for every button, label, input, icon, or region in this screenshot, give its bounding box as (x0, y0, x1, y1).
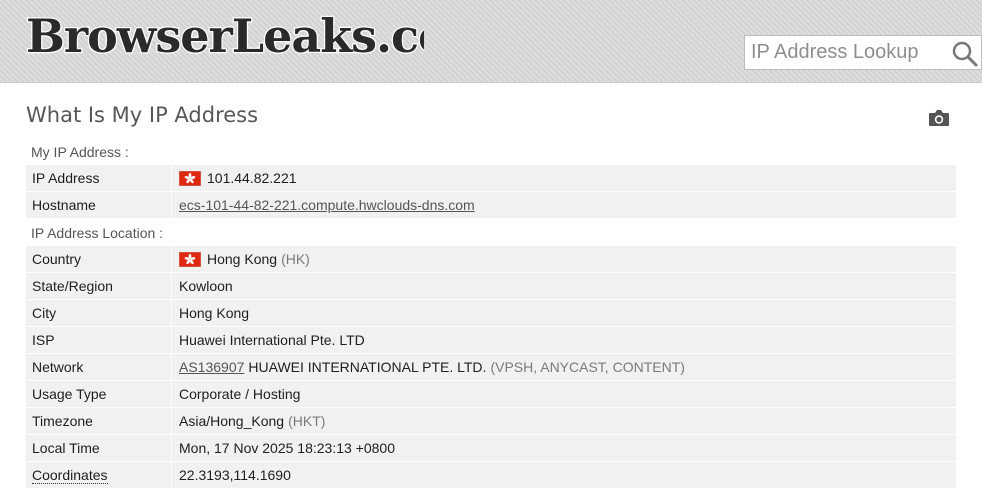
table-row-ip-address: IP Address 101.44.82.221 (26, 165, 956, 191)
table-row-coordinates: Coordinates 22.3193,114.1690 (26, 462, 956, 488)
row-value: Kowloon (179, 278, 233, 294)
row-label: Country (26, 246, 172, 272)
network-tags: (VPSH, ANYCAST, CONTENT) (490, 359, 685, 375)
row-value: Corporate / Hosting (179, 386, 301, 402)
row-value: ecs-101-44-82-221.compute.hwclouds-dns.c… (172, 192, 956, 218)
row-label: ISP (26, 327, 172, 353)
hong-kong-flag-icon (179, 251, 201, 267)
page-title: What Is My IP Address (26, 103, 259, 127)
search-icon[interactable] (951, 40, 979, 68)
ip-info-table: My IP Address : IP Address 101.44.82.221… (26, 140, 956, 489)
hong-kong-flag-icon (179, 170, 201, 186)
row-label: Timezone (26, 408, 172, 434)
logo-text: BrowserLeaks.com (26, 9, 424, 63)
row-value: 22.3193,114.1690 (179, 467, 291, 483)
table-row-country: Country Hong Kong (HK) (26, 246, 956, 272)
ip-lookup-search (744, 35, 982, 70)
asn-link[interactable]: AS136907 (179, 354, 244, 380)
row-label: State/Region (26, 273, 172, 299)
country-value: Hong Kong (207, 251, 278, 267)
table-row-timezone: Timezone Asia/Hong_Kong (HKT) (26, 408, 956, 434)
coordinates-label[interactable]: Coordinates (32, 467, 108, 484)
table-row-state: State/Region Kowloon (26, 273, 956, 299)
table-row-isp: ISP Huawei International Pte. LTD (26, 327, 956, 353)
row-value: Huawei International Pte. LTD (179, 332, 365, 348)
row-label: IP Address (26, 165, 172, 191)
timezone-value: Asia/Hong_Kong (179, 413, 285, 429)
site-header: BrowserLeaks.com (0, 0, 982, 83)
row-value: Hong Kong (HK) (172, 246, 956, 272)
row-value: Hong Kong (179, 305, 250, 321)
row-value: Mon, 17 Nov 2025 18:23:13 +0800 (179, 440, 396, 456)
table-row-hostname: Hostname ecs-101-44-82-221.compute.hwclo… (26, 192, 956, 218)
row-label[interactable]: Coordinates (26, 462, 172, 488)
row-value: 101.44.82.221 (172, 165, 956, 191)
ip-address-value: 101.44.82.221 (207, 170, 297, 186)
section-location-label: IP Address Location : (31, 225, 164, 241)
site-logo[interactable]: BrowserLeaks.com (24, 0, 424, 66)
ip-lookup-input[interactable] (751, 39, 941, 66)
row-value: AS136907 HUAWEI INTERNATIONAL PTE. LTD. … (172, 354, 956, 380)
table-row-usage-type: Usage Type Corporate / Hosting (26, 381, 956, 407)
row-value: Asia/Hong_Kong (HKT) (172, 408, 956, 434)
table-row-local-time: Local Time Mon, 17 Nov 2025 18:23:13 +08… (26, 435, 956, 461)
table-row-city: City Hong Kong (26, 300, 956, 326)
row-label: Local Time (26, 435, 172, 461)
section-my-ip-label: My IP Address : (31, 144, 129, 160)
row-label: Hostname (26, 192, 172, 218)
camera-icon[interactable] (928, 108, 950, 128)
row-label: Usage Type (26, 381, 172, 407)
row-label: City (26, 300, 172, 326)
hostname-link[interactable]: ecs-101-44-82-221.compute.hwclouds-dns.c… (179, 192, 475, 218)
timezone-abbr: (HKT) (288, 413, 326, 429)
country-code: (HK) (281, 251, 310, 267)
table-row-network: Network AS136907 HUAWEI INTERNATIONAL PT… (26, 354, 956, 380)
row-label: Network (26, 354, 172, 380)
network-name: HUAWEI INTERNATIONAL PTE. LTD. (248, 359, 487, 375)
